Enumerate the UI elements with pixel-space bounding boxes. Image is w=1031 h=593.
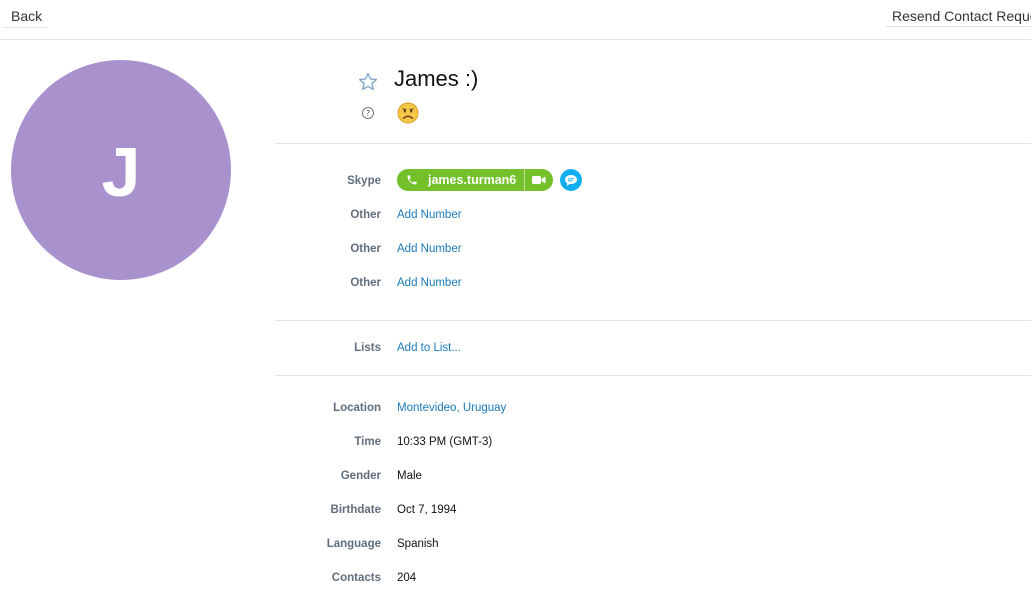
time-value: 10:33 PM (GMT-3): [397, 436, 493, 448]
birthdate-value: Oct 7, 1994: [397, 504, 457, 516]
avatar-initial: J: [101, 133, 141, 211]
language-label: Language: [326, 538, 381, 550]
add-number-link[interactable]: Add Number: [397, 277, 462, 289]
video-call-icon[interactable]: [525, 169, 553, 191]
phone-label: Other: [350, 243, 381, 255]
add-number-link[interactable]: Add Number: [397, 243, 462, 255]
resend-contact-request-button[interactable]: Resend Contact Request: [886, 5, 1031, 27]
phone-label: Other: [350, 209, 381, 221]
location-link[interactable]: Montevideo, Uruguay: [397, 402, 506, 414]
svg-text:?: ?: [366, 109, 370, 118]
phone-label: Other: [350, 277, 381, 289]
time-label: Time: [354, 436, 381, 448]
section-divider: [275, 143, 1031, 144]
sad-face-emoji-icon: [397, 102, 419, 124]
lists-label: Lists: [354, 342, 381, 354]
section-divider: [275, 320, 1031, 321]
contacts-count: 204: [397, 572, 417, 584]
skype-call-button[interactable]: james.turman6: [397, 169, 553, 191]
favorite-star-icon[interactable]: [357, 71, 379, 93]
phone-icon: [399, 169, 425, 191]
location-label: Location: [333, 402, 381, 414]
contacts-label: Contacts: [331, 572, 381, 584]
back-button[interactable]: Back: [4, 5, 49, 28]
language-value: Spanish: [397, 538, 439, 550]
avatar: J: [11, 60, 231, 280]
gender-label: Gender: [340, 470, 381, 482]
add-number-link[interactable]: Add Number: [397, 209, 462, 221]
help-icon[interactable]: ?: [361, 106, 375, 120]
birthdate-label: Birthdate: [330, 504, 381, 516]
top-toolbar: Back Resend Contact Request: [0, 0, 1031, 40]
chat-icon[interactable]: [560, 169, 582, 191]
skype-label: Skype: [347, 175, 381, 187]
section-divider: [275, 375, 1031, 376]
contact-display-name: James :): [394, 66, 479, 91]
skype-name: james.turman6: [428, 173, 517, 187]
gender-value: Male: [397, 470, 422, 482]
add-to-list-link[interactable]: Add to List...: [397, 342, 461, 354]
